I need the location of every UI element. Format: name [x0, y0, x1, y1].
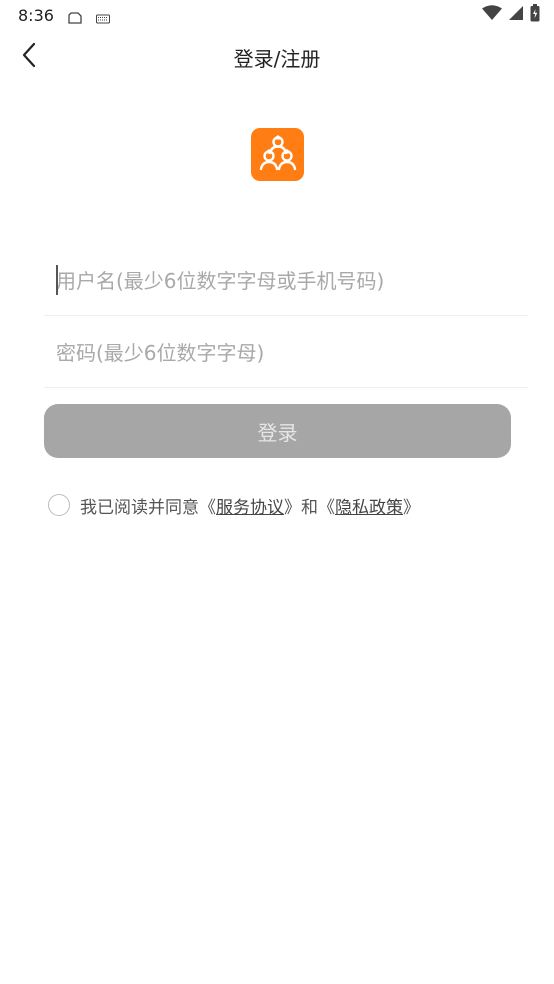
- document-icon: [68, 9, 82, 24]
- service-agreement-link[interactable]: 服务协议: [216, 493, 284, 518]
- signal-icon: [508, 5, 524, 25]
- status-time: 8:36: [18, 5, 54, 25]
- status-bar: 8:36: [0, 0, 554, 30]
- text-caret: [56, 265, 58, 295]
- agreement-prefix: 我已阅读并同意《: [80, 497, 216, 518]
- agreement-row: 我已阅读并同意《 服务协议 》和《 隐私政策 》: [48, 492, 420, 518]
- page-title: 登录/注册: [233, 47, 321, 71]
- login-button[interactable]: 登录: [44, 404, 511, 458]
- app-logo: [251, 128, 304, 181]
- keyboard-icon: [95, 9, 110, 24]
- username-input[interactable]: [56, 246, 516, 316]
- people-hierarchy-icon: [256, 131, 300, 179]
- agreement-middle: 》和《: [284, 497, 335, 518]
- password-field: [44, 318, 528, 388]
- agreement-checkbox[interactable]: [48, 494, 70, 516]
- username-field: [44, 246, 528, 316]
- privacy-policy-link[interactable]: 隐私政策: [335, 493, 403, 518]
- agreement-suffix: 》: [403, 497, 420, 518]
- battery-icon: [530, 4, 540, 26]
- title-bar: 登录/注册: [0, 32, 554, 82]
- status-right: [482, 4, 540, 26]
- status-left: 8:36: [18, 6, 110, 25]
- wifi-icon: [482, 5, 502, 25]
- password-input[interactable]: [56, 318, 516, 388]
- agreement-text: 我已阅读并同意《 服务协议 》和《 隐私政策 》: [80, 493, 420, 518]
